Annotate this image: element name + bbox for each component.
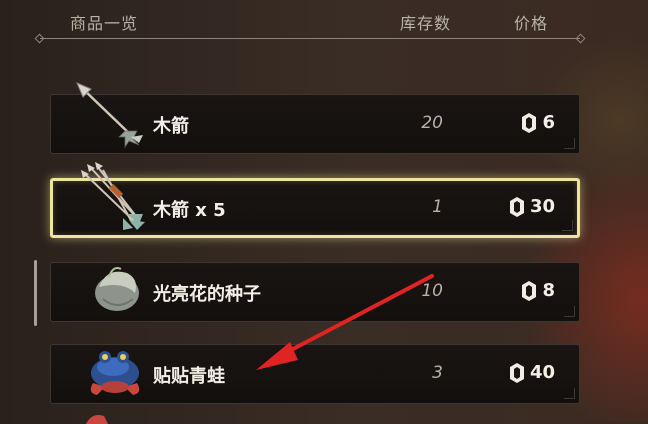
- price-value: 30: [529, 196, 555, 217]
- shop-row-wooden-arrow[interactable]: 木箭 20 6: [50, 82, 580, 154]
- shop-row-wooden-arrow-x5[interactable]: 木箭 x 5 1 30: [50, 162, 580, 238]
- shop-row-bright-seed[interactable]: 光亮花的种子 10 8: [50, 262, 580, 322]
- item-name: 木箭 x 5: [153, 200, 226, 221]
- item-stock: 3: [432, 363, 443, 383]
- arrow-bundle-icon: [81, 162, 145, 230]
- price-value: 8: [542, 280, 555, 301]
- item-name: 贴贴青蛙: [153, 366, 225, 387]
- item-stock: 1: [432, 197, 443, 217]
- price-value: 40: [529, 362, 555, 383]
- item-stock: 10: [421, 281, 443, 301]
- rupee-icon: [522, 112, 537, 133]
- item-name: 光亮花的种子: [153, 284, 261, 305]
- next-item-icon: [86, 415, 108, 424]
- item-price: 8: [522, 280, 555, 301]
- scrollbar[interactable]: [34, 260, 37, 326]
- item-price: 30: [509, 196, 555, 217]
- arrow-icon: [76, 82, 143, 149]
- header-item-list: 商品一览: [70, 14, 139, 33]
- header-stock: 库存数: [400, 14, 452, 33]
- shop-row-sticky-frog[interactable]: 贴贴青蛙 3 40: [50, 344, 580, 404]
- item-price: 6: [522, 112, 555, 133]
- bright-seed-icon: [95, 267, 139, 311]
- rupee-icon: [509, 196, 524, 217]
- header-divider: [40, 38, 580, 39]
- item-price: 40: [509, 362, 555, 383]
- rupee-icon: [522, 280, 537, 301]
- price-value: 6: [542, 112, 555, 133]
- item-stock: 20: [421, 113, 443, 133]
- sticky-frog-icon: [90, 351, 140, 395]
- item-name: 木箭: [153, 116, 189, 137]
- shop-panel: 商品一览 库存数 价格 木箭 20 6 木箭 x 5 1 30 光亮花的种子 1…: [0, 0, 648, 424]
- header-price: 价格: [514, 14, 549, 33]
- rupee-icon: [509, 362, 524, 383]
